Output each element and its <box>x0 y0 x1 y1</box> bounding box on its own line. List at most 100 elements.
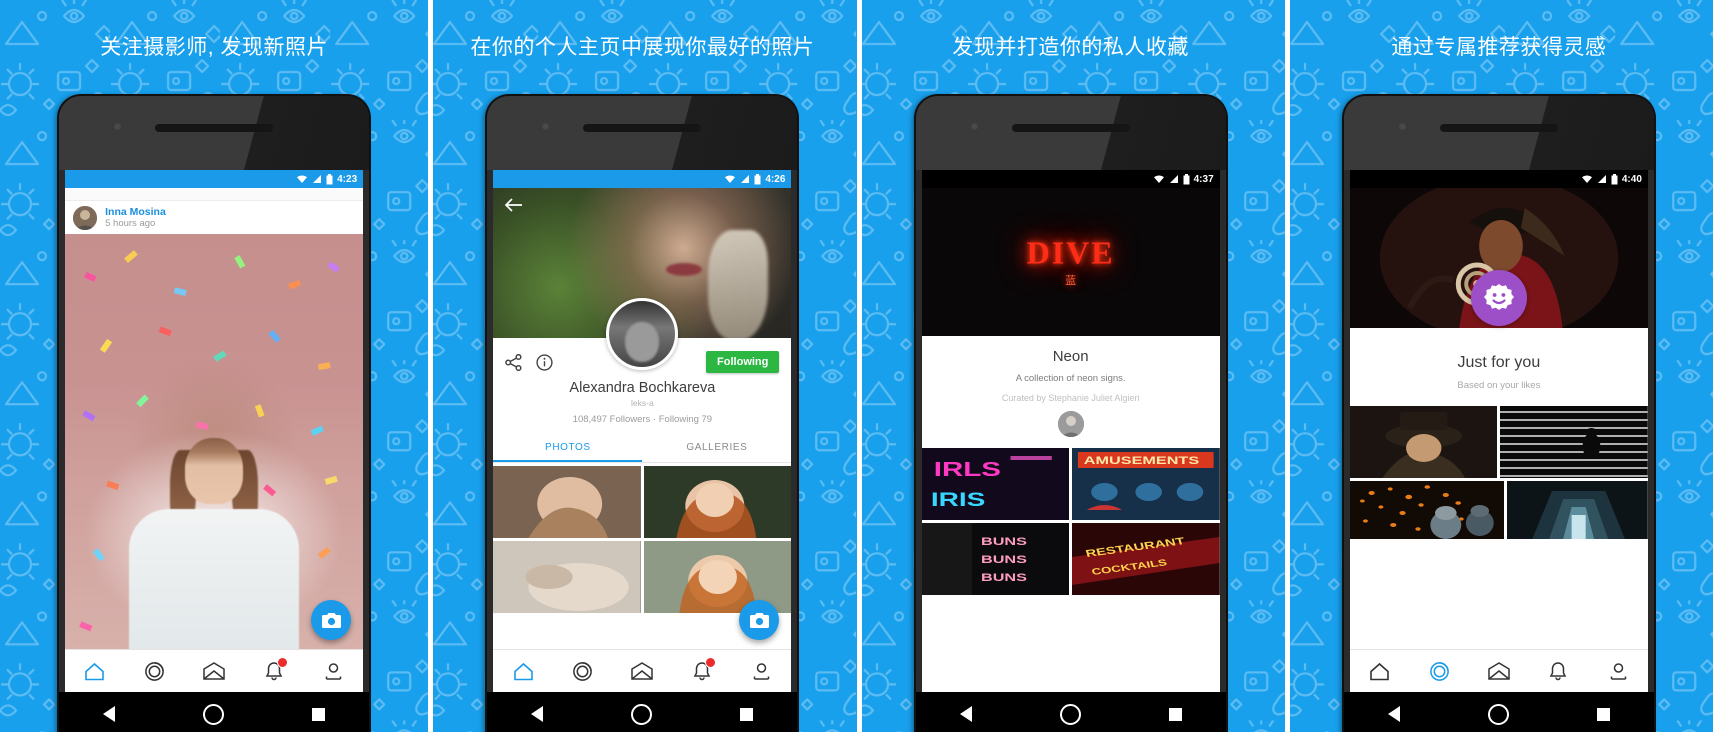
back-arrow-icon <box>505 198 523 212</box>
phone-screen: 4:26 Following Alexandra Bochkareva leks… <box>493 170 792 692</box>
promo-panel-3: 发现并打造你的私人收藏 4:37 DIVE 蓝 Neon A collectio… <box>856 0 1285 732</box>
system-back-button[interactable] <box>959 706 972 722</box>
back-button[interactable] <box>505 198 523 217</box>
photo-grid-item[interactable] <box>493 466 641 538</box>
status-time: 4:40 <box>1621 173 1642 185</box>
system-back-button[interactable] <box>103 706 116 722</box>
feed-post-header[interactable]: Inna Mosina 5 hours ago <box>65 201 364 235</box>
nav-item-circles[interactable] <box>566 656 600 686</box>
nav-item-profile[interactable] <box>1601 656 1635 686</box>
collection-tile[interactable]: IRLS IRIS <box>921 448 1070 520</box>
tab-galleries[interactable]: GALLERIES <box>642 433 791 462</box>
camera-fab-button[interactable] <box>311 600 352 640</box>
system-back-button[interactable] <box>1387 706 1400 722</box>
collection-cover-photo[interactable]: DIVE 蓝 <box>921 188 1220 336</box>
profile-avatar[interactable] <box>606 298 679 370</box>
nav-item-circles[interactable] <box>1422 656 1456 686</box>
photo-grid <box>493 463 792 613</box>
cover-hair <box>707 230 768 338</box>
promo-panel-1: 关注摄影师, 发现新照片 4:23 Inna Mosina 5 hours ag… <box>0 0 429 732</box>
android-system-nav[interactable] <box>487 692 798 732</box>
recommendation-tile[interactable] <box>1500 406 1648 478</box>
system-home-button[interactable] <box>203 703 225 725</box>
camera-fab-button[interactable] <box>739 600 780 640</box>
nav-item-messages[interactable] <box>625 656 659 686</box>
svg-text:BUNS: BUNS <box>981 535 1027 548</box>
home-icon <box>85 662 105 680</box>
share-icon[interactable] <box>505 353 522 371</box>
tab-photos[interactable]: PHOTOS <box>493 433 642 462</box>
nav-item-messages[interactable] <box>1482 656 1516 686</box>
nav-item-notifications[interactable] <box>257 656 291 686</box>
collection-tile[interactable]: BUNS BUNS BUNS <box>921 523 1070 595</box>
battery-icon <box>1183 173 1190 184</box>
nav-item-home[interactable] <box>1363 656 1397 686</box>
collection-photo-grid: IRLS IRIS AMUSEMENTS BUNS BUNS BUNS RESTAUR… <box>921 445 1220 595</box>
phone-front-camera <box>1397 122 1407 131</box>
person-icon <box>325 662 342 680</box>
wifi-icon <box>297 175 308 183</box>
notification-badge <box>704 657 716 668</box>
android-system-nav[interactable] <box>915 692 1226 732</box>
curator-avatar[interactable] <box>1057 411 1084 437</box>
nav-item-notifications[interactable] <box>1541 656 1575 686</box>
nav-item-profile[interactable] <box>316 656 350 686</box>
circles-icon <box>573 661 593 681</box>
bottom-navigation-bar[interactable] <box>1349 649 1648 692</box>
nav-item-circles[interactable] <box>138 656 172 686</box>
collection-curator: Curated by Stephanie Juliet Algieri <box>1001 393 1140 403</box>
panel-headline: 关注摄影师, 发现新照片 <box>100 36 328 59</box>
photo-subject-head <box>185 437 244 504</box>
person-icon <box>1610 662 1626 680</box>
system-recents-button[interactable] <box>312 707 326 721</box>
collection-tile[interactable]: AMUSEMENTS <box>1072 448 1220 520</box>
home-icon <box>513 662 533 680</box>
signal-icon <box>313 175 322 183</box>
bottom-navigation-bar[interactable] <box>493 649 792 692</box>
signal-icon <box>1169 175 1178 183</box>
recommendation-tile[interactable] <box>1349 481 1505 539</box>
status-time: 4:37 <box>1193 173 1214 185</box>
android-system-nav[interactable] <box>59 692 370 732</box>
bottom-navigation-bar[interactable] <box>65 649 364 692</box>
signal-icon <box>741 175 750 183</box>
system-recents-button[interactable] <box>1168 707 1182 721</box>
system-recents-button[interactable] <box>740 707 754 721</box>
recommendation-tile[interactable] <box>1507 481 1648 539</box>
nav-item-home[interactable] <box>78 656 112 686</box>
photo-grid-item[interactable] <box>493 541 641 613</box>
bell-icon <box>1550 662 1567 681</box>
system-recents-button[interactable] <box>1596 707 1610 721</box>
phone-bezel <box>487 96 798 170</box>
profile-handle: leks-a <box>631 398 654 408</box>
phone-mockup: 4:40 Just for you Based on your likes <box>1343 96 1654 732</box>
svg-text:BUNS: BUNS <box>981 553 1027 566</box>
system-home-button[interactable] <box>631 703 653 725</box>
wifi-icon <box>1581 175 1592 183</box>
status-bar: 4:40 <box>1349 170 1648 188</box>
system-back-button[interactable] <box>531 706 544 722</box>
system-home-button[interactable] <box>1059 703 1081 725</box>
system-home-button[interactable] <box>1487 703 1509 725</box>
collection-tile[interactable]: RESTAURANT COCKTAILS <box>1072 523 1220 595</box>
nav-item-notifications[interactable] <box>685 656 719 686</box>
info-icon[interactable] <box>536 353 553 371</box>
nav-item-profile[interactable] <box>745 656 779 686</box>
person-icon <box>753 662 770 680</box>
recommendation-tile[interactable] <box>1349 406 1498 478</box>
android-system-nav[interactable] <box>1343 692 1654 732</box>
avatar[interactable] <box>73 206 98 230</box>
photo-grid-item[interactable] <box>643 466 792 538</box>
feed-user-name[interactable]: Inna Mosina <box>105 206 166 218</box>
status-bar: 4:37 <box>921 170 1220 188</box>
profile-tabs[interactable]: PHOTOS GALLERIES <box>493 433 792 463</box>
nav-item-messages[interactable] <box>197 656 231 686</box>
feed-photo[interactable] <box>65 234 364 650</box>
phone-bezel <box>1343 96 1654 170</box>
phone-speaker <box>1439 124 1558 132</box>
phone-speaker <box>583 124 702 132</box>
neon-sign-text: DIVE <box>1026 234 1115 271</box>
promo-panel-2: 在你的个人主页中展现你最好的照片 4:26 Following Alexandr… <box>428 0 857 732</box>
nav-item-home[interactable] <box>506 656 540 686</box>
following-button[interactable]: Following <box>706 351 780 373</box>
